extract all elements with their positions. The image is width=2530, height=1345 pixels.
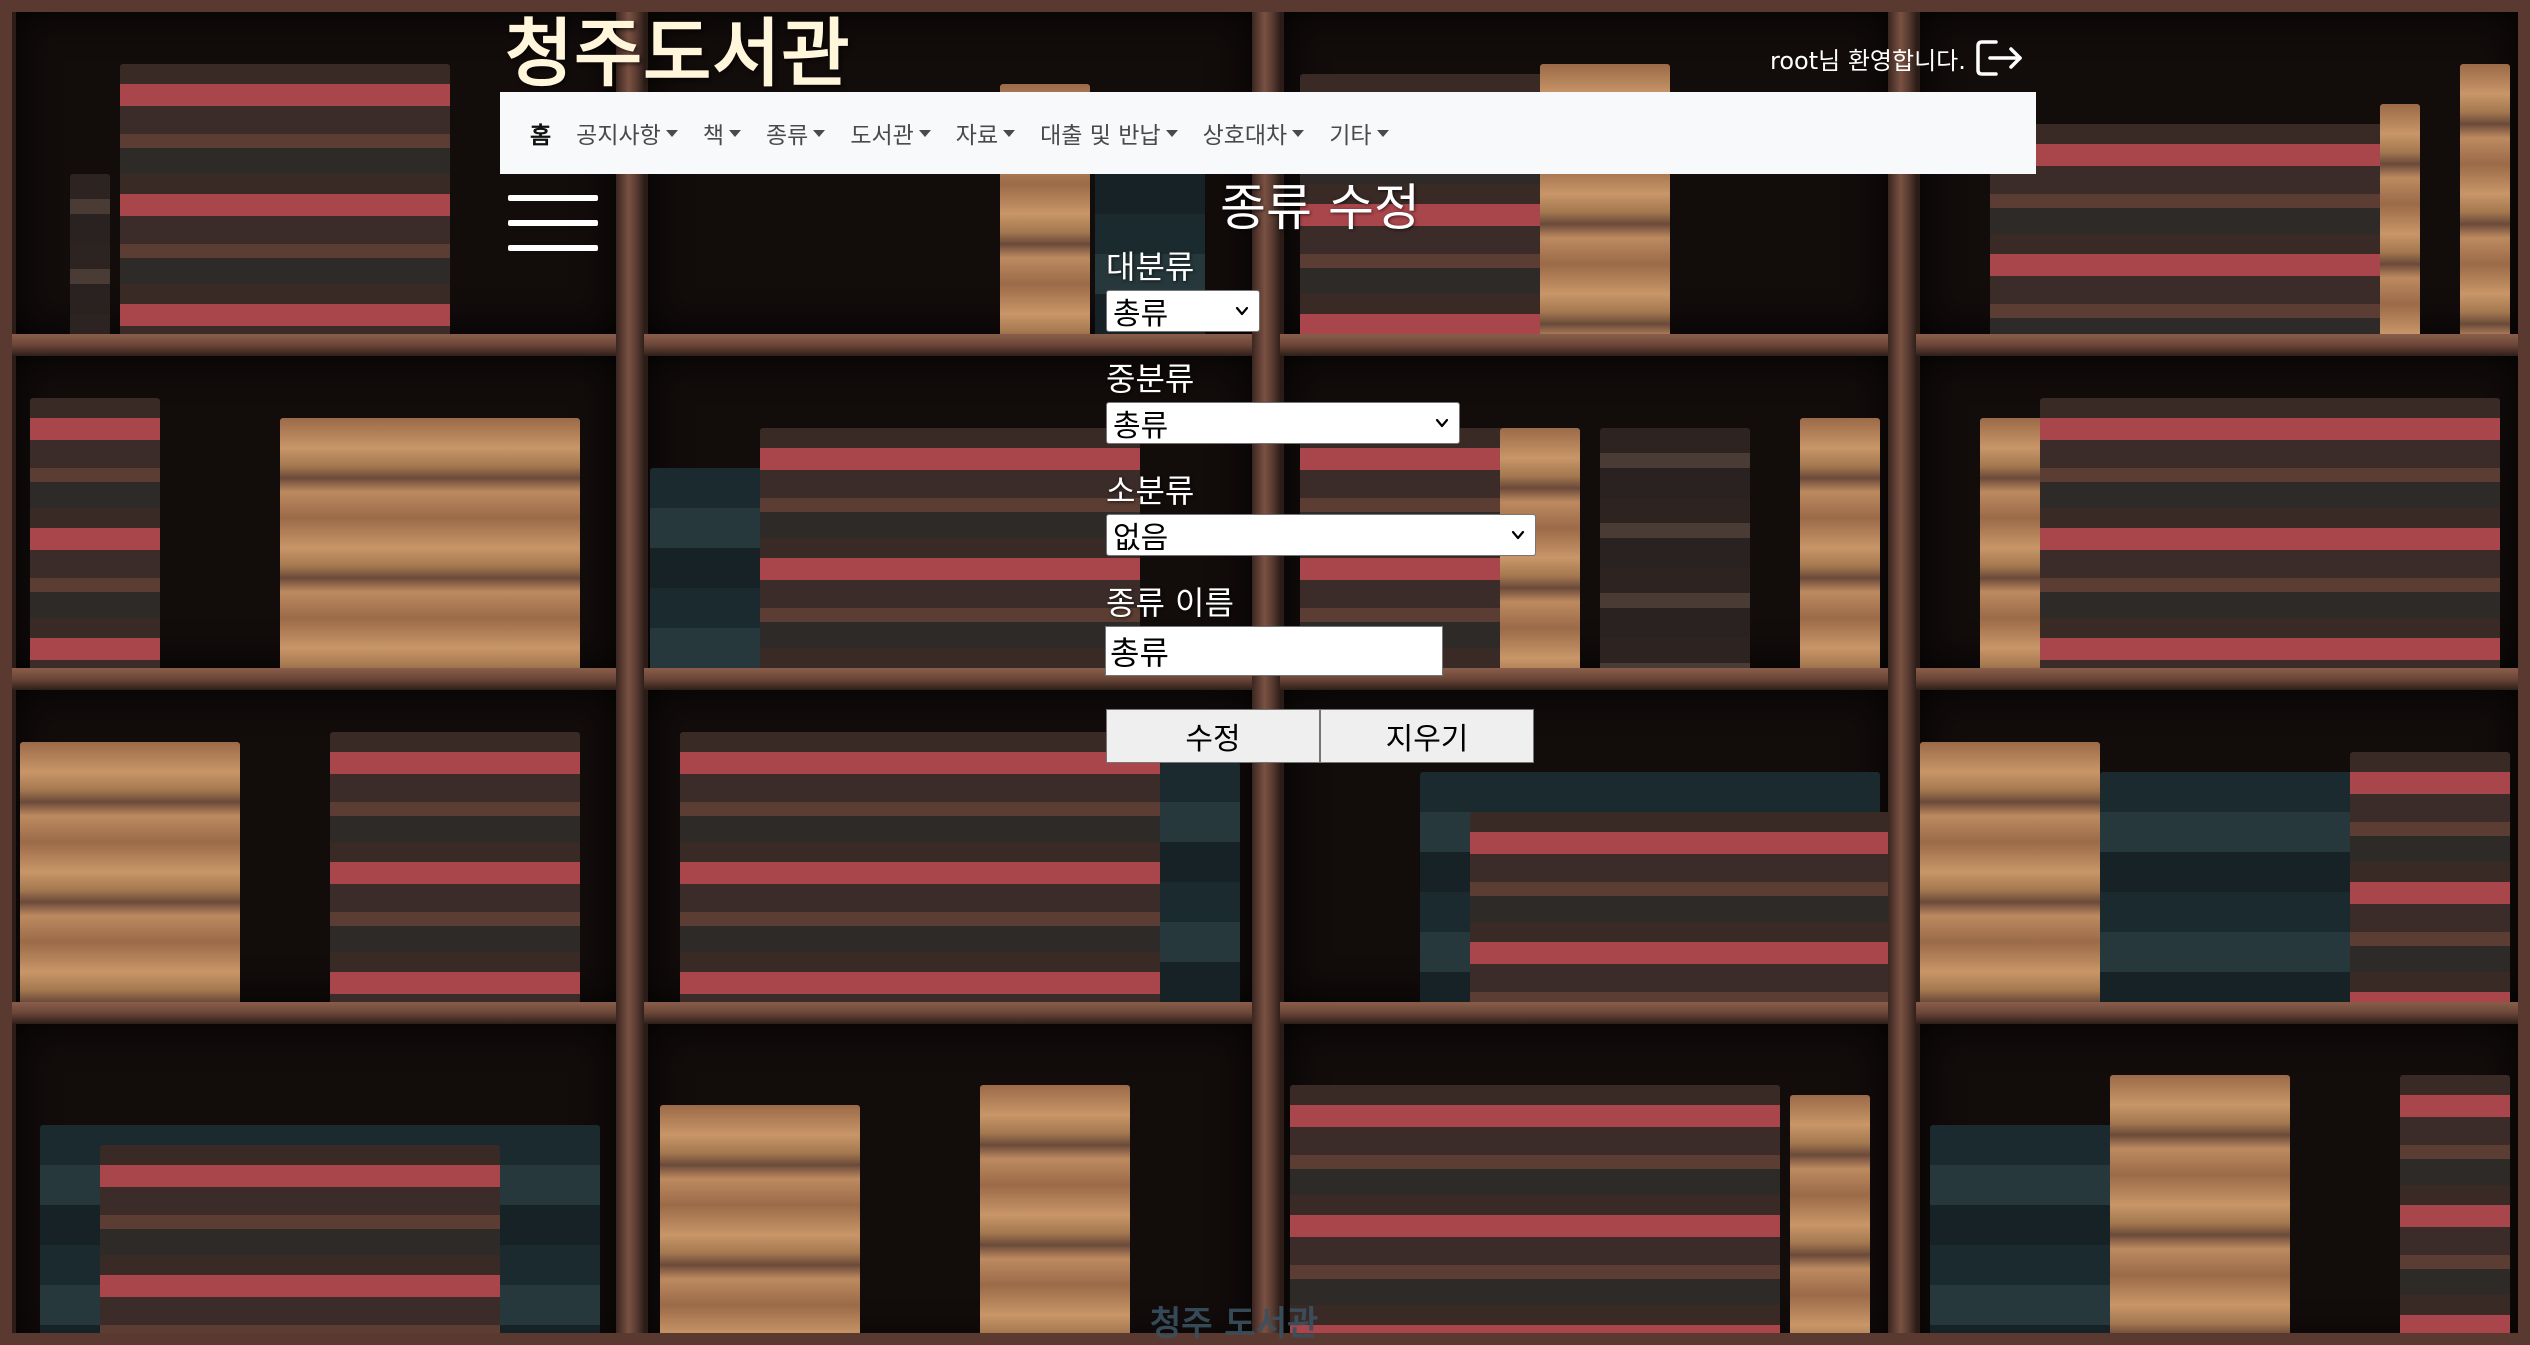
user-area: root님 환영합니다.	[1770, 38, 2026, 78]
nav-item-categories[interactable]: 종류	[766, 116, 826, 150]
caret-down-icon	[665, 129, 678, 137]
nav-item-loan-return[interactable]: 대출 및 반납	[1040, 116, 1178, 150]
main-navbar: 홈 공지사항 책 종류 도서관 자료 대출 및 반납 상호대차 기타	[500, 92, 2036, 174]
nav-item-etc[interactable]: 기타	[1329, 116, 1389, 150]
nav-item-books[interactable]: 책	[703, 116, 741, 150]
nav-item-materials[interactable]: 자료	[956, 116, 1016, 150]
caret-down-icon	[1376, 129, 1389, 137]
logout-icon[interactable]	[1974, 38, 2026, 78]
nav-item-library[interactable]: 도서관	[850, 116, 931, 150]
site-title[interactable]: 청주도서관	[505, 0, 850, 101]
clear-button[interactable]: 지우기	[1320, 709, 1534, 763]
nav-item-home[interactable]: 홈	[530, 116, 551, 150]
caret-down-icon	[813, 129, 826, 137]
chevron-down-icon	[1511, 530, 1525, 540]
nav-item-notices[interactable]: 공지사항	[576, 116, 678, 150]
major-category-select[interactable]: 총류	[1106, 290, 1260, 332]
welcome-text: root님 환영합니다.	[1770, 46, 1966, 75]
caret-down-icon	[1003, 129, 1016, 137]
nav-item-interlibrary-loan[interactable]: 상호대차	[1203, 116, 1305, 150]
middle-category-label: 중분류	[1106, 360, 1195, 398]
caret-down-icon	[1292, 129, 1305, 137]
submit-button[interactable]: 수정	[1106, 709, 1320, 763]
category-name-input[interactable]: 총류	[1105, 626, 1443, 676]
chevron-down-icon	[1235, 306, 1249, 316]
minor-category-label: 소분류	[1106, 472, 1195, 510]
footer-text: 청주 도서관	[1150, 1304, 1319, 1344]
page-title: 종류 수정	[1220, 179, 1420, 237]
caret-down-icon	[1165, 129, 1178, 137]
caret-down-icon	[918, 129, 931, 137]
middle-category-select[interactable]: 총류	[1106, 402, 1460, 444]
minor-category-select[interactable]: 없음	[1106, 514, 1536, 556]
major-category-label: 대분류	[1106, 248, 1195, 286]
hamburger-menu-icon[interactable]	[508, 192, 598, 254]
category-name-label: 종류 이름	[1106, 584, 1234, 622]
chevron-down-icon	[1435, 418, 1449, 428]
caret-down-icon	[728, 129, 741, 137]
